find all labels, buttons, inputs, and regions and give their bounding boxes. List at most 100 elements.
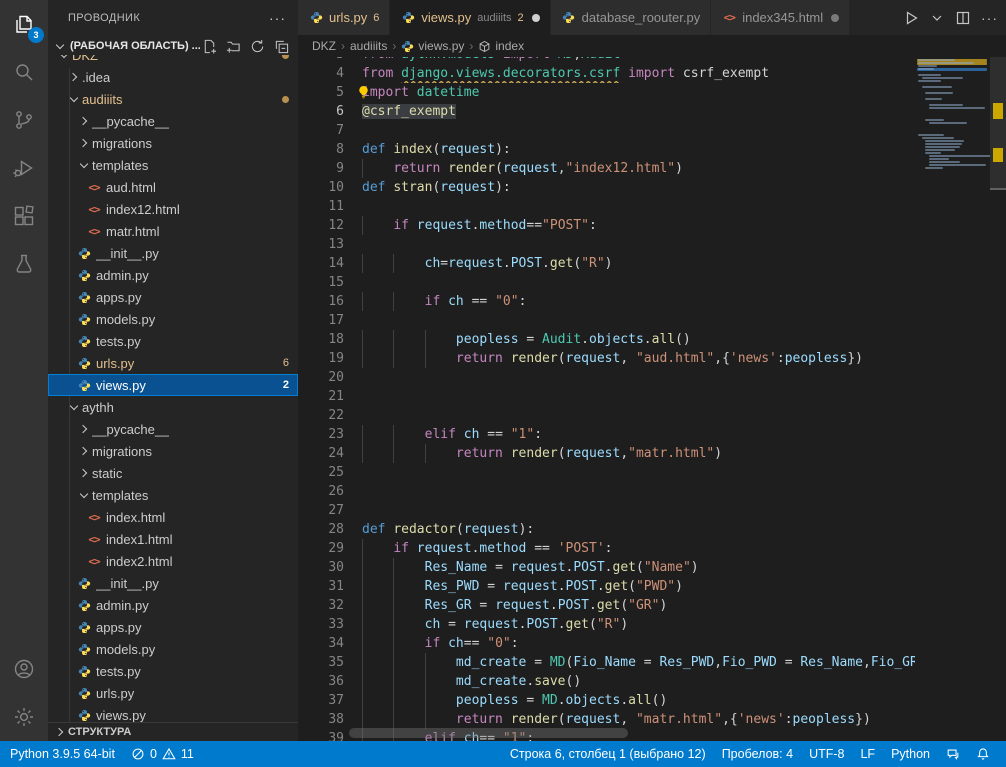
run-button[interactable]: [903, 10, 919, 26]
editor-more-icon[interactable]: ···: [981, 10, 998, 26]
tree-folder-DKZ[interactable]: DKZ: [48, 55, 298, 66]
tree-file-models-py[interactable]: models.py: [48, 308, 298, 330]
tab-problems-badge: 6: [373, 12, 379, 24]
tree-folder-aythh[interactable]: aythh: [48, 396, 298, 418]
tree-file-urls-py[interactable]: urls.py: [48, 682, 298, 704]
tree-folder--pycache-[interactable]: __pycache__: [48, 418, 298, 440]
tree-folder-migrations[interactable]: migrations: [48, 132, 298, 154]
cursor-position-item[interactable]: Строка 6, столбец 1 (выбрано 12): [502, 741, 714, 767]
chevron-down-icon: [76, 487, 92, 503]
extensions-icon[interactable]: [0, 192, 48, 240]
line-number: 34: [298, 634, 344, 653]
tree-folder-templates[interactable]: templates: [48, 154, 298, 176]
warning-marker: [993, 148, 1003, 162]
line-number: 10: [298, 178, 344, 197]
source-control-icon[interactable]: [0, 96, 48, 144]
html-file-icon: <>: [721, 10, 737, 26]
new-folder-icon[interactable]: [224, 37, 242, 55]
tree-file-views-py[interactable]: views.py: [48, 704, 298, 722]
tree-item-label: tests.py: [96, 664, 141, 679]
tree-file-index2-html[interactable]: <>index2.html: [48, 550, 298, 572]
line-number: 24: [298, 444, 344, 463]
refresh-icon[interactable]: [248, 37, 266, 55]
tree-file--init-py[interactable]: __init__.py: [48, 572, 298, 594]
code-line-21: 21: [298, 387, 915, 406]
code-line-22: 22: [298, 406, 915, 425]
tree-folder-audiiits[interactable]: audiiits: [48, 88, 298, 110]
search-icon[interactable]: [0, 48, 48, 96]
vertical-scrollbar[interactable]: [990, 57, 1006, 741]
tree-file-index-html[interactable]: <>index.html: [48, 506, 298, 528]
tree-file-aud-html[interactable]: <>aud.html: [48, 176, 298, 198]
new-file-icon[interactable]: [200, 37, 218, 55]
dirty-dot[interactable]: [831, 14, 839, 22]
outline-section-header[interactable]: СТРУКТУРА: [48, 722, 298, 741]
explorer-icon[interactable]: 3: [0, 0, 48, 48]
problems-badge: 6: [283, 357, 289, 369]
tree-file-urls-py[interactable]: urls.py6: [48, 352, 298, 374]
split-editor-icon[interactable]: [955, 10, 971, 26]
tree-folder-migrations[interactable]: migrations: [48, 440, 298, 462]
code-line-3: 3from aythh.models import MD,Audit: [298, 57, 915, 64]
account-icon[interactable]: [0, 645, 48, 693]
tree-file-models-py[interactable]: models.py: [48, 638, 298, 660]
tree-file-views-py[interactable]: views.py2: [48, 374, 298, 396]
tree-file-admin-py[interactable]: admin.py: [48, 594, 298, 616]
tree-folder-templates[interactable]: templates: [48, 484, 298, 506]
tab-database-roouter-py[interactable]: database_roouter.py: [551, 0, 712, 35]
encoding-item[interactable]: UTF-8: [801, 741, 852, 767]
horizontal-scrollbar-thumb[interactable]: [349, 728, 628, 738]
tree-file-admin-py[interactable]: admin.py: [48, 264, 298, 286]
tab-urls-py[interactable]: urls.py6: [298, 0, 390, 35]
indentation-item[interactable]: Пробелов: 4: [714, 741, 801, 767]
language-mode-item[interactable]: Python: [883, 741, 938, 767]
tree-item-label: aud.html: [106, 180, 156, 195]
tree-file-index12-html[interactable]: <>index12.html: [48, 198, 298, 220]
tab-index345-html[interactable]: <> index345.html: [711, 0, 850, 35]
workspace-section-header[interactable]: (РАБОЧАЯ ОБЛАСТЬ) ...: [48, 35, 298, 57]
run-dropdown-chevron-icon[interactable]: [929, 10, 945, 26]
sidebar-more-icon[interactable]: ···: [269, 10, 286, 26]
breadcrumb-item-index[interactable]: index: [478, 39, 524, 53]
code-line-20: 20: [298, 368, 915, 387]
lightbulb-icon[interactable]: [356, 85, 371, 100]
line-number: 33: [298, 615, 344, 634]
error-icon: [131, 747, 145, 761]
explorer-sidebar: ПРОВОДНИК ··· (РАБОЧАЯ ОБЛАСТЬ) ... DKZ.…: [48, 0, 298, 741]
settings-gear-icon[interactable]: [0, 693, 48, 741]
minimap[interactable]: [915, 57, 990, 741]
tree-file-matr-html[interactable]: <>matr.html: [48, 220, 298, 242]
tree-file-apps-py[interactable]: apps.py: [48, 286, 298, 308]
vertical-scrollbar-thumb[interactable]: [990, 57, 1006, 190]
chevron-right-icon: [66, 69, 82, 85]
breadcrumb-separator: ›: [392, 39, 396, 53]
tree-folder--pycache-[interactable]: __pycache__: [48, 110, 298, 132]
run-debug-icon[interactable]: [0, 144, 48, 192]
line-number: 22: [298, 406, 344, 425]
breadcrumb-item-audiiits[interactable]: audiiits: [350, 39, 387, 53]
code-line-15: 15: [298, 273, 915, 292]
testing-icon[interactable]: [0, 240, 48, 288]
tree-folder--idea[interactable]: .idea: [48, 66, 298, 88]
tab-label: index345.html: [742, 10, 823, 25]
tree-file-tests-py[interactable]: tests.py: [48, 330, 298, 352]
feedback-icon[interactable]: [938, 741, 968, 767]
tree-file-apps-py[interactable]: apps.py: [48, 616, 298, 638]
tree-folder-static[interactable]: static: [48, 462, 298, 484]
breadcrumb-item-DKZ[interactable]: DKZ: [312, 39, 336, 53]
collapse-all-icon[interactable]: [272, 37, 290, 55]
problems-item[interactable]: 0 11: [123, 741, 202, 767]
tab-views-py[interactable]: views.pyaudiiits2: [390, 0, 550, 35]
python-interpreter-item[interactable]: Python 3.9.5 64-bit: [0, 741, 123, 767]
tree-file-index1-html[interactable]: <>index1.html: [48, 528, 298, 550]
code-editor[interactable]: 3from aythh.models import MD,Audit4from …: [298, 57, 1006, 741]
dirty-dot[interactable]: [532, 14, 540, 22]
eol-item[interactable]: LF: [852, 741, 883, 767]
code-line-35: 35 md_create = MD(Fio_Name = Res_PWD,Fio…: [298, 653, 915, 672]
python-file-icon: [76, 641, 92, 657]
tree-item-label: index12.html: [106, 202, 180, 217]
tree-file--init-py[interactable]: __init__.py: [48, 242, 298, 264]
tree-file-tests-py[interactable]: tests.py: [48, 660, 298, 682]
breadcrumb-item-views-py[interactable]: views.py: [401, 39, 464, 53]
notifications-bell-icon[interactable]: [968, 741, 998, 767]
